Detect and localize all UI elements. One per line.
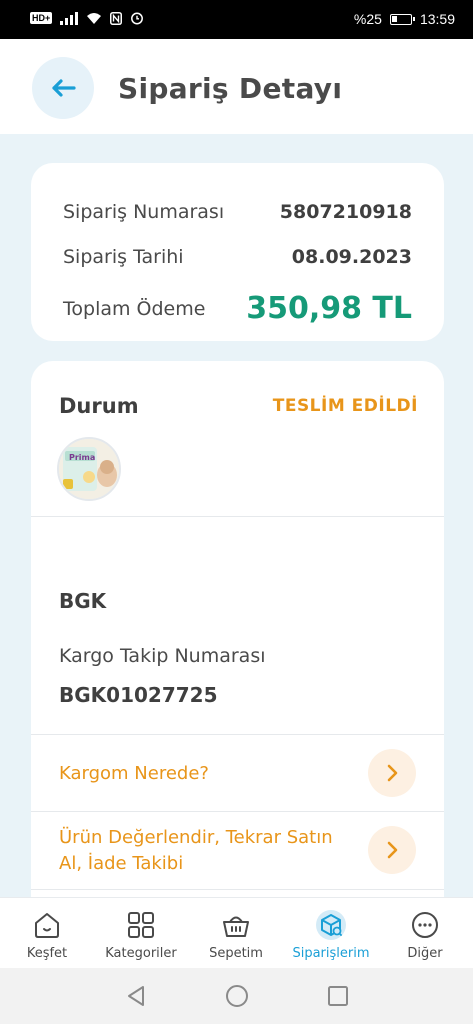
divider	[31, 889, 444, 890]
nav-label-diger: Diğer	[407, 946, 443, 961]
order-number-row: Sipariş Numarası 5807210918	[63, 201, 412, 223]
orders-box-icon	[316, 910, 346, 940]
more-icon	[412, 912, 438, 938]
status-left-icons: HD+	[30, 11, 144, 25]
home-icon	[35, 913, 59, 938]
where-is-cargo-label: Kargom Nerede?	[59, 763, 209, 784]
total-value: 350,98 TL	[246, 291, 412, 326]
wifi-icon	[87, 12, 102, 24]
nfc-icon	[110, 11, 123, 25]
order-date-row: Sipariş Tarihi 08.09.2023	[63, 246, 412, 268]
chevron-right-icon[interactable]	[368, 826, 416, 874]
nav-item-diger[interactable]: Diğer	[378, 898, 472, 969]
review-reorder-return-label: Ürün Değerlendir, Tekrar Satın Al, İade …	[59, 825, 333, 877]
svg-text:Prima: Prima	[69, 453, 95, 462]
order-date-label: Sipariş Tarihi	[63, 246, 184, 268]
review-line-2: Al, İade Takibi	[59, 853, 184, 874]
order-summary-card: Sipariş Numarası 5807210918 Sipariş Tari…	[31, 163, 444, 341]
nav-label-siparislerim: Siparişlerim	[292, 946, 370, 961]
nav-label-kesfet: Keşfet	[26, 946, 68, 961]
total-row: Toplam Ödeme 350,98 TL	[63, 291, 412, 326]
tracking-label: Kargo Takip Numarası	[59, 645, 266, 667]
product-thumbnail[interactable]: Prima	[57, 437, 121, 501]
grid-icon	[128, 912, 154, 938]
order-date-value: 08.09.2023	[291, 246, 412, 268]
chevron-right-icon[interactable]	[368, 749, 416, 797]
system-back-icon[interactable]	[124, 984, 148, 1008]
hd-badge: HD+	[30, 12, 53, 24]
system-home-icon[interactable]	[225, 984, 249, 1008]
page-title: Sipariş Detayı	[118, 72, 343, 105]
cargo-company: BGK	[59, 589, 107, 613]
nav-label-sepetim: Sepetim	[209, 946, 263, 961]
order-number-value: 5807210918	[279, 201, 412, 223]
nav-item-kesfet[interactable]: Keşfet	[0, 898, 94, 969]
nav-item-sepetim[interactable]: Sepetim	[189, 898, 283, 969]
nav-item-kategoriler[interactable]: Kategoriler	[94, 898, 188, 969]
system-navigation-bar	[0, 968, 473, 1024]
diaper-package-image: Prima	[59, 439, 119, 499]
divider	[31, 516, 444, 517]
status-bar: HD+ %25 13:59	[0, 0, 473, 39]
arrow-left-icon	[52, 79, 76, 97]
status-label: Durum	[59, 394, 139, 418]
nav-item-siparislerim[interactable]: Siparişlerim	[284, 898, 378, 969]
system-recents-icon[interactable]	[326, 984, 350, 1008]
tracking-number: BGK01027725	[59, 683, 218, 707]
back-button[interactable]	[32, 57, 94, 119]
battery-percent: %25	[353, 11, 382, 27]
clock: 13:59	[419, 11, 455, 27]
review-reorder-return-link[interactable]: Ürün Değerlendir, Tekrar Satın Al, İade …	[31, 812, 444, 890]
total-label: Toplam Ödeme	[63, 297, 206, 320]
page-header: Sipariş Detayı	[0, 39, 473, 134]
alarm-icon	[131, 12, 144, 25]
nav-label-kategoriler: Kategoriler	[105, 946, 177, 961]
basket-icon	[223, 916, 249, 937]
order-detail-card: Durum TESLİM EDİLDİ Prima BGK Kargo Taki…	[31, 361, 444, 921]
bottom-navigation: Keşfet Kategoriler Sepetim Siparişlerim …	[0, 897, 473, 968]
status-badge: TESLİM EDİLDİ	[272, 396, 418, 416]
battery-icon	[389, 13, 415, 25]
review-line-1: Ürün Değerlendir, Tekrar Satın	[59, 827, 333, 848]
status-right: %25 13:59	[354, 11, 455, 27]
where-is-cargo-link[interactable]: Kargom Nerede?	[31, 735, 444, 811]
signal-icon	[60, 11, 79, 25]
order-number-label: Sipariş Numarası	[63, 201, 225, 223]
